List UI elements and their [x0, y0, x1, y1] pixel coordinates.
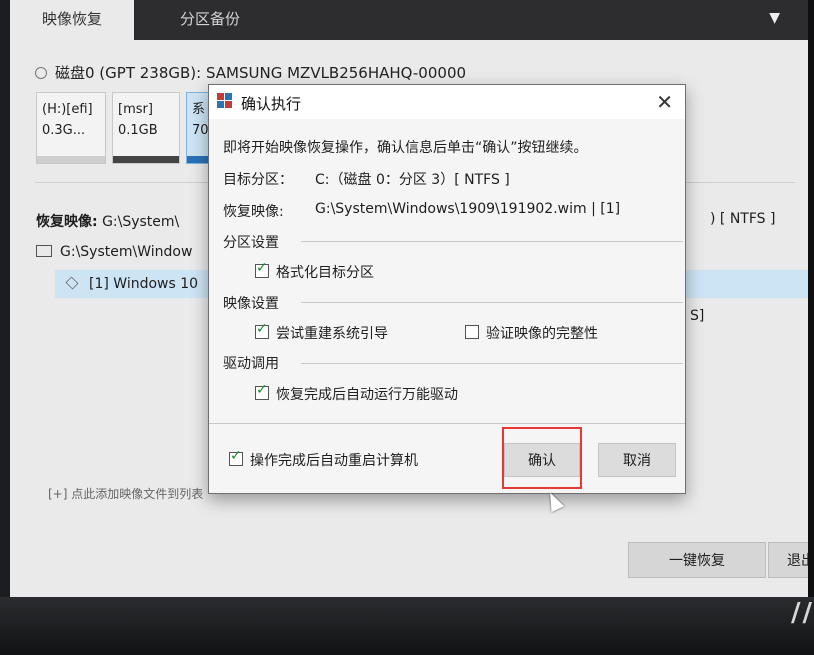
checkbox-unchecked-icon	[465, 325, 479, 339]
group-image-settings: 映像设置	[223, 296, 279, 312]
partition-efi[interactable]: (H:)[efi] 0.3G...	[36, 92, 106, 164]
restore-image-value: G:\System\	[102, 214, 180, 230]
add-image-link[interactable]: [+] 点此添加映像文件到列表	[48, 485, 203, 502]
auto-driver-checkbox[interactable]: 恢复完成后自动运行万能驱动	[255, 382, 458, 404]
format-target-checkbox[interactable]: 格式化目标分区	[255, 260, 374, 282]
monitor-bezel	[808, 0, 814, 655]
checkbox-label: 格式化目标分区	[276, 265, 374, 281]
dialog-title: 确认执行	[241, 95, 302, 113]
dialog-title-bar: 确认执行 ✕	[209, 85, 685, 119]
menu-dropdown-icon[interactable]: ▼	[769, 10, 780, 26]
refresh-icon	[35, 67, 47, 79]
partition-usage-bar	[113, 156, 179, 163]
restore-image-row: 恢复映像: G:\System\	[36, 211, 179, 231]
close-icon[interactable]: ✕	[656, 90, 673, 114]
group-partition-settings: 分区设置	[223, 235, 279, 251]
disk-selector[interactable]: 磁盘0 (GPT 238GB): SAMSUNG MZVLB256HAHQ-00…	[35, 62, 466, 83]
partition-size: 0.1GB	[118, 123, 158, 138]
restore-image-label: 恢复映像:	[223, 204, 284, 220]
target-partition-tail: ) [ NTFS ]	[710, 211, 776, 227]
checkbox-checked-icon	[255, 382, 269, 400]
cancel-button[interactable]: 取消	[598, 443, 676, 477]
confirm-dialog: 确认执行 ✕ 即将开始映像恢复操作，确认信息后单击“确认”按钮继续。 目标分区：…	[208, 84, 686, 494]
group-driver-settings: 驱动调用	[223, 356, 279, 372]
restore-image-value: G:\System\Windows\1909\191902.wim | [1]	[315, 201, 621, 217]
checkbox-label: 恢复完成后自动运行万能驱动	[276, 387, 458, 403]
partition-size: 0.3G...	[42, 123, 86, 138]
disk-label: 磁盘0 (GPT 238GB): SAMSUNG MZVLB256HAHQ-00…	[55, 64, 467, 82]
one-key-restore-button[interactable]: 一键恢复	[628, 542, 766, 578]
partition-usage-bar	[37, 156, 105, 163]
exit-button[interactable]: 退出	[768, 542, 808, 578]
target-partition-label: 目标分区：	[223, 172, 293, 188]
checkbox-label: 验证映像的完整性	[486, 326, 598, 342]
restore-image-row: 恢复映像: G:\System\Windows\1909\191902.wim …	[223, 201, 620, 221]
tree-item-label: G:\System\Window	[60, 244, 193, 260]
checkbox-checked-icon	[229, 448, 243, 466]
checkbox-checked-icon	[255, 321, 269, 339]
rebuild-boot-checkbox[interactable]: 尝试重建系统引导	[255, 321, 388, 343]
monitor-bezel-bottom	[0, 597, 814, 655]
checkbox-checked-icon	[255, 260, 269, 278]
checkbox-label: 尝试重建系统引导	[276, 326, 388, 342]
checkbox-label: 操作完成后自动重启计算机	[250, 453, 418, 469]
monitor-logo: //	[791, 598, 814, 628]
footer-divider	[209, 423, 685, 424]
group-divider	[301, 241, 683, 242]
target-partition-row: 目标分区： C:（磁盘 0：分区 3）[ NTFS ]	[223, 169, 510, 189]
partition-name: [msr]	[118, 102, 153, 117]
verify-image-checkbox[interactable]: 验证映像的完整性	[465, 323, 598, 343]
tab-partition-backup[interactable]: 分区备份	[148, 0, 272, 40]
highlight-box	[502, 427, 582, 489]
auto-restart-checkbox[interactable]: 操作完成后自动重启计算机	[229, 448, 418, 470]
restore-image-label: 恢复映像:	[36, 214, 98, 230]
partial-text: S]	[690, 308, 705, 324]
group-divider	[301, 302, 683, 303]
app-icon	[217, 93, 233, 109]
tab-image-restore[interactable]: 映像恢复	[10, 0, 135, 40]
title-bar: 映像恢复 分区备份 ▼	[10, 0, 808, 40]
partition-msr[interactable]: [msr] 0.1GB	[112, 92, 180, 164]
layers-icon	[65, 276, 79, 290]
group-divider	[301, 363, 683, 364]
target-partition-value: C:（磁盘 0：分区 3）[ NTFS ]	[315, 172, 510, 188]
monitor-icon	[36, 245, 52, 257]
tree-item-image-file[interactable]: G:\System\Window	[36, 244, 192, 260]
dialog-intro: 即将开始映像恢复操作，确认信息后单击“确认”按钮继续。	[223, 140, 588, 156]
partition-name: (H:)[efi]	[42, 102, 93, 117]
tree-item-label: [1] Windows 10	[89, 276, 199, 292]
